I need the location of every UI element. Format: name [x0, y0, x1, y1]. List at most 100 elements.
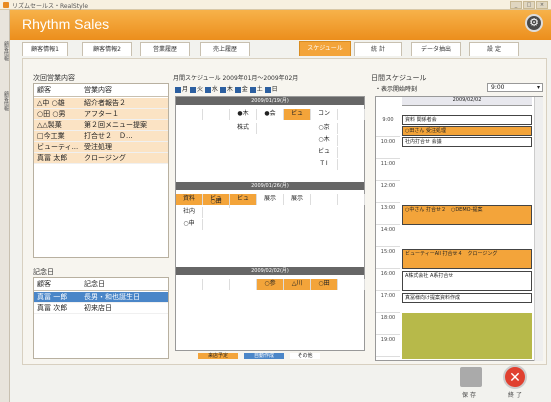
side-tab-1[interactable]: 顧客情報: [0, 30, 10, 70]
daily-date: 2009/02/02: [402, 97, 532, 106]
table-row[interactable]: 真冨 一郎 長男・和也誕生日: [34, 292, 168, 303]
tab-data-extract[interactable]: データ抽出: [411, 42, 461, 56]
calendar-event[interactable]: ビュ: [230, 194, 257, 205]
daily-grid: 2009/02/02 9:00 10:00 11:00 12:00 13:00 14:00…: [375, 96, 543, 361]
day-check-tue[interactable]: 火: [189, 86, 203, 93]
save-icon[interactable]: [460, 367, 482, 387]
time-slot: 19:00: [376, 335, 400, 357]
tab-statistics[interactable]: 統 計: [354, 42, 402, 56]
tab-sales-history[interactable]: 営業履歴: [140, 42, 190, 56]
calendar-event[interactable]: [338, 279, 365, 290]
calendar-event[interactable]: ●木: [230, 109, 257, 120]
tab-settings[interactable]: 設 定: [469, 42, 519, 56]
gear-icon[interactable]: ⚙: [525, 14, 543, 32]
appointment[interactable]: 資料 関係者会: [402, 115, 532, 125]
col-customer: 顧客: [37, 280, 51, 288]
calendar-event[interactable]: [338, 194, 365, 205]
day-check-mon[interactable]: 月: [175, 86, 188, 93]
week-label: 2009/01/26(月): [176, 182, 364, 190]
calendar-event[interactable]: ●会: [257, 109, 284, 120]
legend-visit: 来店予定: [198, 353, 238, 359]
table-row[interactable]: 真冨 太郎 クロージング: [34, 153, 168, 164]
time-slot: 12:00: [376, 181, 400, 203]
exit-icon[interactable]: ✕: [503, 365, 527, 389]
maximize-button[interactable]: □: [523, 1, 535, 9]
calendar-event[interactable]: △川: [284, 279, 311, 290]
table-row[interactable]: □今工業 打合せ２ Ｄ...: [34, 131, 168, 142]
appointment[interactable]: ○田さん 受注処理: [402, 126, 532, 136]
calendar-event[interactable]: [176, 109, 203, 120]
title-bar: リズムセールス・RealStyle _ □ ×: [0, 0, 551, 10]
anniversary-table: 顧客 記念日 真冨 一郎 長男・和也誕生日 真冨 次郎 初来店日: [33, 277, 169, 359]
time-slot: 17:00: [376, 291, 400, 313]
tab-customer-2[interactable]: 顧客情報2: [82, 42, 132, 56]
appointment[interactable]: A株式会社 A系打合せ: [402, 271, 532, 291]
calendar-event[interactable]: ビュ: [311, 147, 338, 158]
calendar-event[interactable]: 社内: [176, 207, 203, 218]
checkbox-icon: [219, 86, 226, 93]
col-customer: 顧客: [37, 86, 51, 94]
time-slot: 11:00: [376, 159, 400, 181]
calendar-event[interactable]: [176, 279, 203, 290]
calendar-event[interactable]: 資料: [176, 194, 203, 205]
schedule-content: 次回営業内容 顧客 営業内容 △中 ○雄 紹介者報告２ ○田 ○男 アフター１ △△…: [22, 58, 547, 365]
tab-schedule[interactable]: スケジュール: [299, 41, 351, 56]
close-window-button[interactable]: ×: [536, 1, 548, 9]
table-row[interactable]: ビューティ... 受注処理: [34, 142, 168, 153]
calendar-event[interactable]: ○田: [311, 279, 338, 290]
app-window: リズムセールス・RealStyle _ □ × 顧客情報 顧客情報 Rhythm…: [0, 0, 551, 402]
anniversary-title: 記念日: [33, 268, 54, 276]
calendar-event[interactable]: T I: [311, 159, 338, 170]
time-slot: 16:00: [376, 269, 400, 291]
legend-other: その他: [290, 353, 320, 359]
checkbox-icon: [175, 86, 181, 93]
calendar-event[interactable]: ○京: [311, 123, 338, 134]
minimize-button[interactable]: _: [510, 1, 522, 9]
calendar-event[interactable]: ○田: [203, 197, 230, 208]
monthly-calendar: 2009/01/19(月) ●木 ●会 ビュ コン 2009/01/26(月) 資料 ビュ ビュ…: [175, 96, 365, 351]
calendar-event[interactable]: ○木: [311, 135, 338, 146]
day-check-fri[interactable]: 金: [234, 86, 248, 93]
scrollbar[interactable]: [534, 97, 543, 361]
header-bar: Rhythm Sales ⚙: [10, 10, 551, 40]
calendar-event[interactable]: [338, 109, 365, 120]
calendar-event[interactable]: 展示: [284, 194, 311, 205]
appointment[interactable]: ○中さん 打合せ２ ○DEMO-提案: [402, 205, 532, 225]
time-slot: 18:00: [376, 313, 400, 335]
day-check-sun[interactable]: 日: [264, 86, 278, 93]
brand-title: Rhythm Sales: [22, 16, 110, 32]
day-check-thu[interactable]: 木: [219, 86, 233, 93]
appointment[interactable]: 真冨様向け提案資料作成: [402, 293, 532, 303]
table-row[interactable]: 真冨 次郎 初来店日: [34, 303, 168, 314]
calendar-event[interactable]: [203, 109, 230, 120]
calendar-event[interactable]: ビュ: [284, 109, 311, 120]
exit-button[interactable]: 終 了: [500, 390, 530, 399]
tab-revenue-history[interactable]: 売上履歴: [200, 42, 250, 56]
table-header: 顧客 営業内容: [34, 84, 168, 97]
calendar-event[interactable]: コン: [311, 109, 338, 120]
calendar-event[interactable]: [203, 279, 230, 290]
time-slot: 14:00: [376, 225, 400, 247]
calendar-event[interactable]: 株式: [230, 123, 257, 134]
day-check-sat[interactable]: 土: [249, 86, 263, 93]
tab-customer-1[interactable]: 顧客情報1: [22, 42, 68, 56]
legend: 来店予定 自動作成 その他: [198, 353, 358, 361]
appointment[interactable]: 社内打合せ 会議: [402, 137, 532, 147]
calendar-event[interactable]: ○申: [176, 219, 203, 230]
calendar-event[interactable]: [311, 194, 338, 205]
monthly-title: 月間スケジュール 2009年01月～2009年02月: [173, 75, 299, 82]
table-row[interactable]: △中 ○雄 紹介者報告２: [34, 98, 168, 109]
table-row[interactable]: ○田 ○男 アフター１: [34, 109, 168, 120]
appointment[interactable]: ビューティーAll 打合せ４ クロージング: [402, 249, 532, 269]
side-tab-2[interactable]: 顧客情報: [0, 80, 10, 120]
start-time-select[interactable]: 9:00 ▾: [487, 83, 543, 92]
calendar-event[interactable]: 展示: [257, 194, 284, 205]
col-sales-content: 営業内容: [84, 86, 112, 94]
save-button[interactable]: 保 存: [454, 390, 484, 399]
day-check-wed[interactable]: 水: [204, 86, 218, 93]
time-slot: 10:00: [376, 137, 400, 159]
next-sales-title: 次回営業内容: [33, 74, 75, 82]
calendar-event[interactable]: [230, 279, 257, 290]
calendar-event[interactable]: ○参: [257, 279, 284, 290]
table-row[interactable]: △△製菓 第２回メニュー提案: [34, 120, 168, 131]
